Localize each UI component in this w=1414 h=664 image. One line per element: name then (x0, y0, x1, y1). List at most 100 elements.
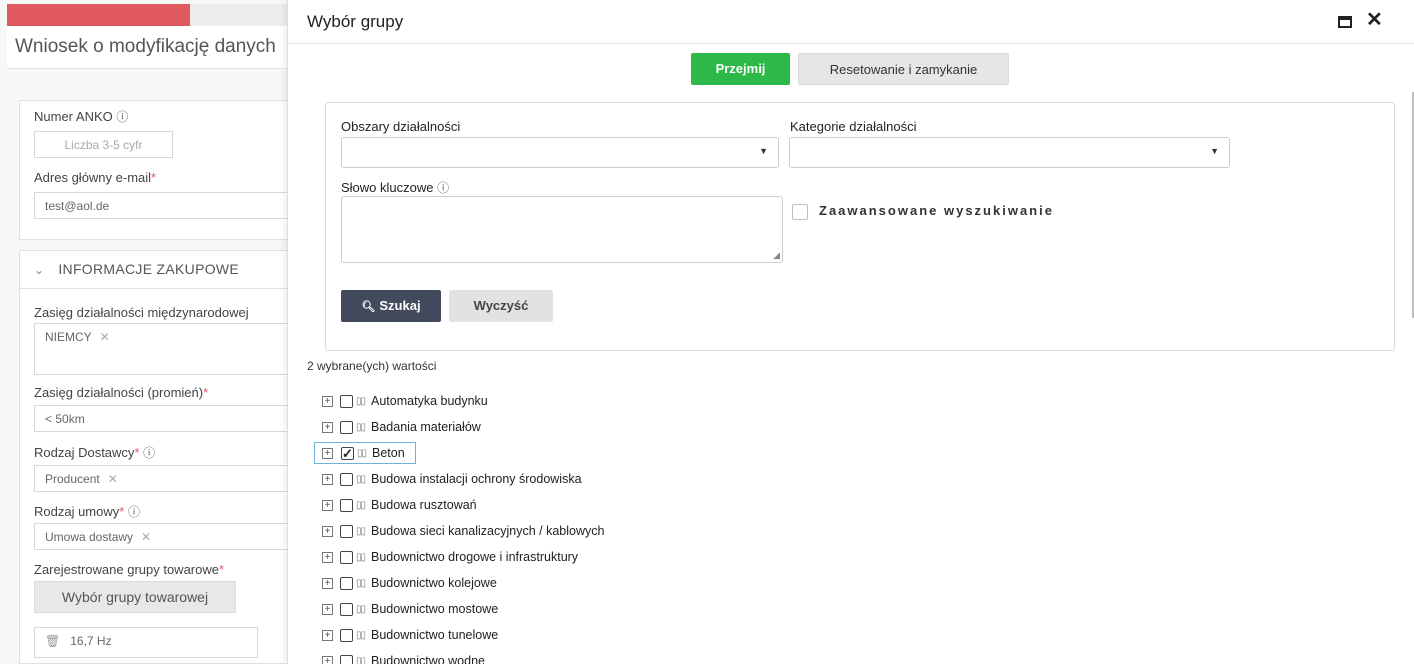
checkbox[interactable] (340, 524, 353, 538)
expand-icon[interactable]: + (322, 655, 333, 664)
tree-item[interactable]: + ▯▯ Budownictwo wodne (322, 648, 1322, 664)
radius-label-text: Zasięg działalności (promień) (34, 385, 204, 400)
tree-item-content[interactable]: ▯▯ Budownictwo tunelowe (340, 628, 498, 642)
checkbox[interactable] (340, 628, 353, 642)
tree-item-content[interactable]: ▯▯ Budownictwo mostowe (340, 602, 498, 616)
tree-item[interactable]: + ▯▯ Budowa sieci kanalizacyjnych / kablow… (322, 518, 1322, 544)
expand-icon[interactable]: + (322, 395, 333, 407)
categories-label: Kategorie działalności (790, 119, 917, 134)
radius-select[interactable]: < 50km (34, 405, 300, 432)
checkbox[interactable] (340, 472, 353, 486)
group-icon: ▯▯ (356, 525, 366, 537)
checkbox[interactable] (340, 576, 353, 590)
expand-icon[interactable]: + (322, 473, 333, 485)
reset-close-button[interactable]: Resetowanie i zamykanie (798, 53, 1009, 85)
anko-input[interactable]: Liczba 3-5 cyfr (34, 131, 173, 158)
supplier-multiselect[interactable]: Producent ✕ (34, 465, 300, 492)
tree-item-label: Budowa instalacji ochrony środowiska (371, 472, 582, 486)
tree-item-content[interactable]: ▯▯ Badania materiałów (340, 420, 481, 434)
tree-item-content[interactable]: ▯▯ Automatyka budynku (340, 394, 488, 408)
required-mark: * (119, 504, 125, 519)
checkbox[interactable] (340, 654, 353, 664)
advanced-search-label[interactable]: Zaawansowane wyszukiwanie (819, 203, 1054, 218)
checkbox[interactable] (340, 550, 353, 564)
clear-button[interactable]: Wyczyść (449, 290, 553, 322)
maximize-icon[interactable] (1338, 16, 1352, 28)
selected-count: 2 wybrane(ych) wartości (307, 359, 437, 373)
email-input[interactable]: test@aol.de (34, 192, 300, 219)
remove-tag-icon[interactable]: ✕ (108, 472, 118, 486)
remove-tag-icon[interactable]: ✕ (100, 330, 110, 344)
info-icon[interactable]: ⓘ (128, 505, 140, 519)
tree-item[interactable]: + ▯▯ Budownictwo kolejowe (322, 570, 1322, 596)
group-icon: ▯▯ (356, 655, 366, 664)
tree-item-label: Budownictwo drogowe i infrastruktury (371, 550, 579, 564)
tree-item-content[interactable]: ▯▯ Budownictwo wodne (340, 654, 485, 664)
tab-bar (190, 4, 300, 26)
tab-accent-bar (7, 4, 190, 26)
info-icon[interactable]: ⓘ (116, 110, 128, 124)
tree-item-label: Automatyka budynku (371, 394, 488, 408)
section-title: INFORMACJE ZAKUPOWE (58, 261, 240, 277)
close-icon[interactable]: ✕ (1366, 9, 1383, 31)
tree-item[interactable]: + ▯▯ Badania materiałów (322, 414, 1322, 440)
keyword-textarea[interactable]: ◢ (341, 196, 783, 263)
tag-label: Umowa dostawy (45, 530, 134, 544)
group-icon: ▯▯ (356, 499, 366, 511)
section-header[interactable]: ⌄ INFORMACJE ZAKUPOWE (20, 251, 300, 289)
anko-label: Numer ANKO ⓘ (34, 108, 128, 125)
remove-tag-icon[interactable]: ✕ (141, 530, 151, 544)
tree-item-label: Budowa rusztowań (371, 498, 477, 512)
selected-tag: Producent ✕ (45, 472, 118, 486)
tree-item-content[interactable]: ▯▯ Budowa rusztowań (340, 498, 477, 512)
checkbox[interactable] (340, 602, 353, 616)
expand-icon[interactable]: + (322, 421, 333, 433)
email-label: Adres główny e-mail* (34, 170, 156, 185)
expand-icon[interactable]: + (322, 577, 333, 589)
tree-item[interactable]: + ▯▯ Budowa instalacji ochrony środowiska (322, 466, 1322, 492)
checkbox[interactable] (340, 498, 353, 512)
areas-select[interactable]: ▼ (341, 137, 779, 168)
group-item-label: 16,7 Hz (70, 634, 112, 648)
checkbox[interactable] (340, 394, 353, 408)
tree-item[interactable]: + ▯▯ Automatyka budynku (322, 388, 1322, 414)
caret-down-icon: ▼ (759, 146, 768, 156)
apply-button[interactable]: Przejmij (691, 53, 790, 85)
checkbox[interactable] (340, 420, 353, 434)
groups-label-text: Zarejestrowane grupy towarowe (34, 562, 219, 577)
checkbox[interactable]: ✓ (341, 446, 354, 460)
tree-item[interactable]: + ▯▯ Budownictwo tunelowe (322, 622, 1322, 648)
intl-multiselect[interactable]: NIEMCY ✕ (34, 323, 300, 375)
categories-select[interactable]: ▼ (789, 137, 1230, 168)
expand-icon[interactable]: + (322, 629, 333, 641)
anko-label-text: Numer ANKO (34, 109, 113, 124)
group-icon: ▯▯ (356, 577, 366, 589)
required-mark: * (203, 385, 209, 400)
info-icon[interactable]: ⓘ (143, 446, 155, 460)
advanced-search-checkbox[interactable] (792, 204, 808, 220)
tree-item-content[interactable]: ▯▯ Budowa sieci kanalizacyjnych / kablowy… (340, 524, 604, 538)
expand-icon[interactable]: + (322, 551, 333, 563)
expand-icon[interactable]: + (322, 603, 333, 615)
select-group-button[interactable]: Wybór grupy towarowej (34, 581, 236, 613)
tree-item[interactable]: + ✓ ▯▯ Beton (314, 440, 1322, 466)
expand-icon[interactable]: + (322, 525, 333, 537)
tree-item[interactable]: + ▯▯ Budowa rusztowań (322, 492, 1322, 518)
info-icon[interactable]: ⓘ (437, 181, 449, 195)
tree-item-content[interactable]: ▯▯ Budownictwo drogowe i infrastruktury (340, 550, 578, 564)
resize-grip-icon[interactable]: ◢ (773, 250, 780, 261)
search-icon: 🔍︎ (361, 301, 376, 313)
contract-label-text: Rodzaj umowy (34, 504, 120, 519)
trash-icon[interactable]: 🗑 (45, 634, 60, 648)
search-button[interactable]: 🔍︎ Szukaj (341, 290, 441, 322)
required-mark: * (134, 445, 140, 460)
tree-item-content[interactable]: ✓ ▯▯ Beton (314, 442, 416, 464)
tree-item-content[interactable]: ▯▯ Budowa instalacji ochrony środowiska (340, 472, 582, 486)
tree-item-content[interactable]: ▯▯ Budownictwo kolejowe (340, 576, 497, 590)
chevron-down-icon[interactable]: ⌄ (34, 263, 44, 277)
tag-label: NIEMCY (45, 330, 92, 344)
contract-multiselect[interactable]: Umowa dostawy ✕ (34, 523, 300, 550)
tree-item[interactable]: + ▯▯ Budownictwo mostowe (322, 596, 1322, 622)
expand-icon[interactable]: + (322, 499, 333, 511)
tree-item[interactable]: + ▯▯ Budownictwo drogowe i infrastruktury (322, 544, 1322, 570)
